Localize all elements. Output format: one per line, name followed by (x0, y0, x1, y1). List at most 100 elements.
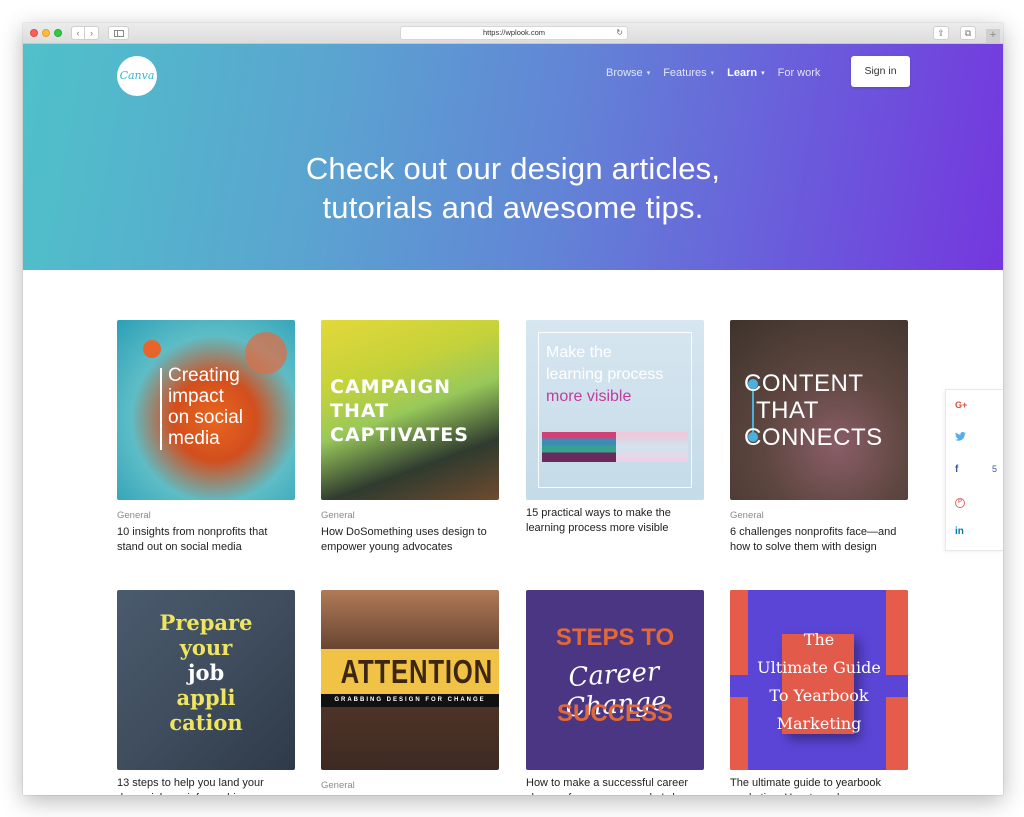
decorative-circle (143, 340, 161, 358)
article-thumbnail[interactable]: CONTENT THAT CONNECTS (730, 320, 908, 500)
linkedin-icon[interactable]: in (955, 526, 964, 537)
sidebar-icon (113, 30, 124, 37)
thumbnail-text: Creating impact on social media (168, 365, 243, 449)
thumbnail-line: Creating (168, 365, 240, 386)
article-card[interactable]: CAMPAIGN THAT CAPTIVATES General How DoS… (321, 320, 499, 555)
article-title[interactable]: 13 steps to help you land your dream job… (117, 776, 295, 795)
reload-icon[interactable]: ↻ (616, 27, 623, 39)
hero-title: Check out our design articles, tutorials… (23, 149, 1003, 227)
caret-down-icon: ▾ (761, 70, 765, 77)
article-title[interactable]: 10 insights from nonprofits that stand o… (117, 525, 295, 555)
article-card[interactable]: Prepare your job appli cation 13 steps t… (117, 590, 295, 795)
thumbnail-line: CAPTIVATES (330, 424, 469, 446)
chevron-left-icon: ‹ (76, 28, 80, 38)
article-card[interactable]: The Ultimate Guide To Yearbook Marketing… (730, 590, 908, 795)
google-plus-icon[interactable]: G+ (955, 400, 967, 410)
article-thumbnail[interactable]: CAMPAIGN THAT CAPTIVATES (321, 320, 499, 500)
thumbnail-line: cation (169, 710, 243, 735)
decorative-bar (160, 368, 162, 450)
sign-in-button[interactable]: Sign in (851, 56, 910, 87)
nav-features-label: Features (663, 67, 707, 79)
facebook-share-count: 5 (992, 464, 998, 474)
nav-learn-label: Learn (727, 67, 758, 79)
thumbnail-text: CAMPAIGN THAT CAPTIVATES (330, 375, 469, 447)
article-thumbnail[interactable]: Creating impact on social media (117, 320, 295, 500)
show-tabs-button[interactable]: ⧉ (960, 26, 976, 40)
pinterest-icon[interactable]: P (955, 495, 965, 508)
thumbnail-line: CONNECTS (744, 424, 883, 451)
thumbnail-line: To Yearbook (769, 686, 869, 705)
nav-features[interactable]: Features ▾ (663, 67, 714, 79)
thumbnail-line: The (803, 630, 835, 649)
nav-browse-label: Browse (606, 67, 643, 79)
article-category[interactable]: General (117, 510, 295, 521)
thumbnail-line: media (168, 428, 220, 449)
thumbnail-line: THAT (756, 397, 819, 424)
back-button[interactable]: ‹ (71, 26, 85, 40)
article-thumbnail[interactable]: ATTENTION GRABBING DESIGN FOR CHANGE (321, 590, 499, 770)
thumbnail-text: Make the learning process more visible (546, 342, 663, 408)
article-title[interactable]: 15 practical ways to make the learning p… (526, 506, 704, 536)
thumbnail-text: The Ultimate Guide To Yearbook Marketing (730, 626, 908, 738)
thumbnail-line: impact (168, 386, 224, 407)
caret-down-icon: ▾ (710, 70, 715, 77)
plus-icon: + (989, 29, 997, 41)
close-window-button[interactable] (30, 29, 38, 37)
thumbnail-line: Prepare (159, 610, 253, 635)
share-button[interactable]: ⇪ (933, 26, 949, 40)
article-category[interactable]: General (321, 510, 499, 521)
article-title[interactable]: How DoSomething uses design to empower y… (321, 525, 499, 555)
sidebar-toggle-button[interactable] (108, 26, 129, 40)
article-card[interactable]: ATTENTION GRABBING DESIGN FOR CHANGE Gen… (321, 590, 499, 795)
thumbnail-line: THAT (330, 400, 390, 422)
thumbnail-line: job (187, 660, 225, 685)
article-thumbnail[interactable]: Prepare your job appli cation (117, 590, 295, 770)
thumbnail-line: your (179, 635, 233, 660)
forward-button[interactable]: › (85, 26, 99, 40)
article-card[interactable]: CONTENT THAT CONNECTS General 6 challeng… (730, 320, 908, 555)
minimize-window-button[interactable] (42, 29, 50, 37)
nav-for-work[interactable]: For work (778, 67, 821, 79)
nav-learn[interactable]: Learn ▾ (727, 67, 764, 79)
article-card[interactable]: STEPS TO Career Change SUCCESS How to ma… (526, 590, 704, 795)
thumbnail-line: CAMPAIGN (330, 376, 452, 398)
article-category[interactable]: General (730, 510, 908, 521)
article-card[interactable]: Creating impact on social media General … (117, 320, 295, 555)
thumbnail-line: more visible (546, 388, 632, 405)
article-title[interactable]: 6 challenges nonprofits face—and how to … (730, 525, 908, 555)
pinterest-glyph: P (955, 498, 965, 508)
article-thumbnail[interactable]: The Ultimate Guide To Yearbook Marketing (730, 590, 908, 770)
decorative-circle (245, 332, 287, 374)
article-category[interactable]: General (321, 780, 499, 791)
thumbnail-line: Marketing (776, 714, 862, 733)
thumbnail-line: Make the (546, 344, 612, 361)
browser-window: ‹ › https://wplook.com ↻ ⇪ ⧉ + Canva Bro… (23, 23, 1003, 795)
chevron-right-icon: › (90, 28, 93, 38)
nav-browse[interactable]: Browse ▾ (606, 67, 650, 79)
logo-text: Canva (119, 69, 155, 82)
article-thumbnail[interactable]: Make the learning process more visible (526, 320, 704, 500)
hero-title-line-1: Check out our design articles, (305, 151, 721, 186)
canva-logo[interactable]: Canva (117, 56, 157, 96)
twitter-icon[interactable] (955, 431, 966, 444)
zoom-window-button[interactable] (54, 29, 62, 37)
thumbnail-line: Ultimate Guide (757, 658, 881, 677)
article-card[interactable]: Make the learning process more visible 1… (526, 320, 704, 536)
new-tab-button[interactable]: + (986, 29, 1000, 43)
facebook-icon[interactable]: f (955, 464, 958, 475)
caret-down-icon: ▾ (646, 70, 651, 77)
thumbnail-text: CONTENT THAT CONNECTS (744, 370, 883, 451)
title-band: ATTENTION (321, 649, 499, 694)
thumbnail-line: STEPS TO (555, 624, 675, 651)
browser-toolbar: ‹ › https://wplook.com ↻ ⇪ ⧉ + (23, 23, 1003, 44)
thumbnail-subtitle: GRABBING DESIGN FOR CHANGE (321, 694, 499, 707)
article-title[interactable]: The ultimate guide to yearbook marketing… (730, 776, 908, 795)
address-bar[interactable]: https://wplook.com ↻ (400, 26, 628, 40)
hero-banner: Canva Browse ▾ Features ▾ Learn ▾ For work … (23, 44, 1003, 270)
article-title[interactable]: How to make a successful career change, … (526, 776, 704, 795)
tabs-icon: ⧉ (964, 28, 972, 38)
nav-for-work-label: For work (777, 67, 821, 79)
share-icon: ⇪ (937, 28, 945, 38)
article-thumbnail[interactable]: STEPS TO Career Change SUCCESS (526, 590, 704, 770)
thumbnail-line: ATTENTION (340, 653, 493, 690)
